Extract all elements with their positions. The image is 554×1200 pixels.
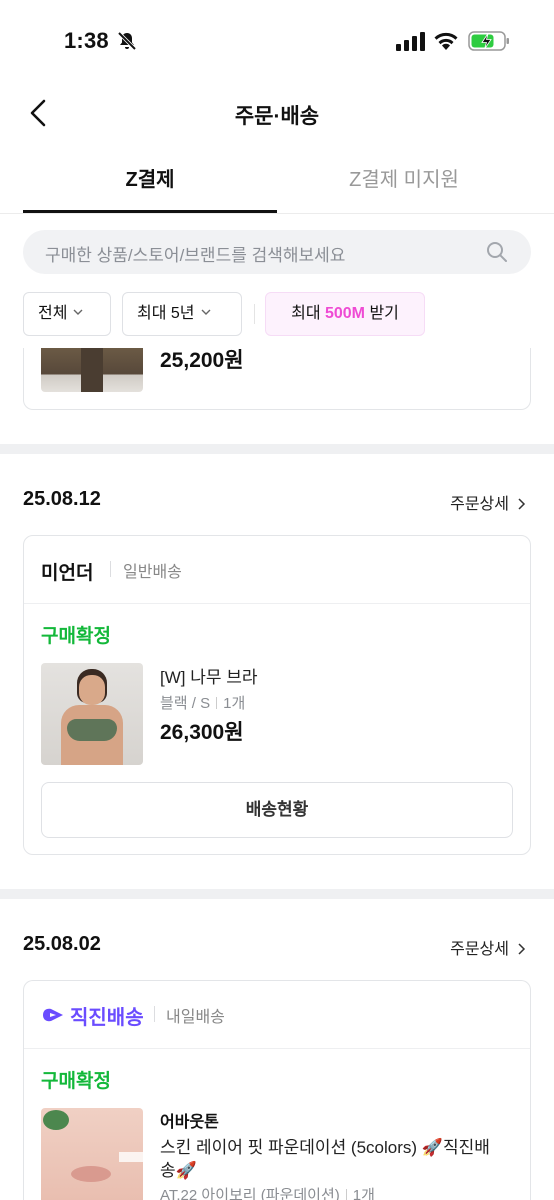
store-name[interactable]: 직진배송 — [70, 1001, 144, 1030]
section-divider — [0, 444, 554, 454]
product-name-line2[interactable]: 송🚀 — [160, 1156, 197, 1181]
chevron-down-icon — [201, 309, 211, 315]
promo-prefix: 최대 — [291, 305, 325, 322]
battery-charging-icon — [468, 31, 509, 51]
product-name-line1[interactable]: 스킨 레이어 핏 파운데이션 (5colors) 🚀직진배 — [160, 1133, 490, 1158]
store-header: 미언더 일반배송 — [24, 536, 530, 604]
search-placeholder: 구매한 상품/스토어/브랜드를 검색해보세요 — [45, 246, 346, 265]
product-price: 26,300원 — [160, 721, 244, 744]
filter-all-dropdown[interactable]: 전체 — [23, 292, 111, 336]
order-detail-link[interactable]: 주문상세 — [450, 935, 526, 959]
zigzag-express-logo-icon — [43, 1008, 63, 1022]
promo-reward-button[interactable]: 최대 500M 받기 — [265, 292, 425, 336]
status-time: 1:38 — [64, 28, 109, 53]
order-date: 25.08.02 — [23, 933, 101, 955]
search-icon[interactable] — [485, 240, 509, 264]
wifi-icon — [434, 32, 458, 50]
chevron-right-icon — [518, 498, 526, 510]
quantity: 1개 — [352, 1187, 375, 1200]
option-value: 블랙 / S — [160, 695, 211, 712]
page-title: 주문·배송 — [234, 105, 320, 128]
promo-suffix: 받기 — [365, 305, 399, 322]
product-option: 블랙 / S 1개 — [160, 692, 245, 713]
shipping-type: 내일배송 — [166, 1009, 225, 1026]
filter-all-label: 전체 — [38, 305, 68, 322]
quantity: 1개 — [223, 695, 246, 712]
cellular-signal-icon — [396, 32, 425, 51]
order-status: 구매확정 — [41, 626, 111, 647]
tab-zpay-unsupported[interactable]: Z결제 미지원 — [277, 150, 531, 213]
delivery-status-button[interactable]: 배송현황 — [41, 782, 513, 838]
section-divider — [0, 889, 554, 899]
order-detail-label: 주문상세 — [450, 941, 509, 958]
option-value: AT.22 아이보리 (파운데이션) — [160, 1187, 340, 1200]
filter-period-label: 최대 5년 — [137, 305, 195, 322]
promo-amount: 500M — [324, 305, 366, 322]
tab-zpay[interactable]: Z결제 — [23, 150, 277, 213]
store-separator — [110, 561, 111, 577]
order-card[interactable]: 직진배송 내일배송 구매확정 어바웃톤 스킨 레이어 핏 파운데이션 (5col… — [23, 980, 531, 1200]
product-thumbnail[interactable] — [41, 663, 143, 765]
filter-bar: 전체 최대 5년 최대 500M 받기 — [23, 292, 543, 336]
bell-off-icon — [117, 31, 137, 51]
order-detail-link[interactable]: 주문상세 — [450, 490, 526, 514]
order-date: 25.08.12 — [23, 488, 101, 510]
chevron-down-icon — [73, 309, 83, 315]
order-status: 구매확정 — [41, 1071, 111, 1092]
product-option: AT.22 아이보리 (파운데이션) 1개 — [160, 1184, 375, 1200]
nav-header: 주문·배송 — [0, 80, 554, 150]
chevron-right-icon — [518, 943, 526, 955]
brand-name[interactable]: 어바웃톤 — [160, 1108, 219, 1132]
order-card-partial[interactable]: 25,200원 — [23, 348, 531, 410]
product-price: 25,200원 — [160, 349, 244, 372]
status-bar: 1:38 — [0, 0, 554, 80]
order-detail-label: 주문상세 — [450, 496, 509, 513]
order-card[interactable]: 미언더 일반배송 구매확정 [W] 나무 브라 블랙 / S 1개 26,300원… — [23, 535, 531, 855]
product-thumbnail — [41, 348, 143, 392]
product-thumbnail[interactable] — [41, 1108, 143, 1200]
search-input[interactable]: 구매한 상품/스토어/브랜드를 검색해보세요 — [23, 230, 531, 274]
store-name[interactable]: 미언더 — [41, 558, 93, 585]
filter-divider — [254, 304, 255, 324]
store-separator — [154, 1006, 155, 1022]
product-name[interactable]: [W] 나무 브라 — [160, 663, 258, 688]
store-header: 직진배송 내일배송 — [24, 981, 530, 1049]
tab-bar: Z결제 Z결제 미지원 — [0, 150, 554, 214]
filter-period-dropdown[interactable]: 최대 5년 — [122, 292, 242, 336]
shipping-type: 일반배송 — [123, 564, 182, 581]
